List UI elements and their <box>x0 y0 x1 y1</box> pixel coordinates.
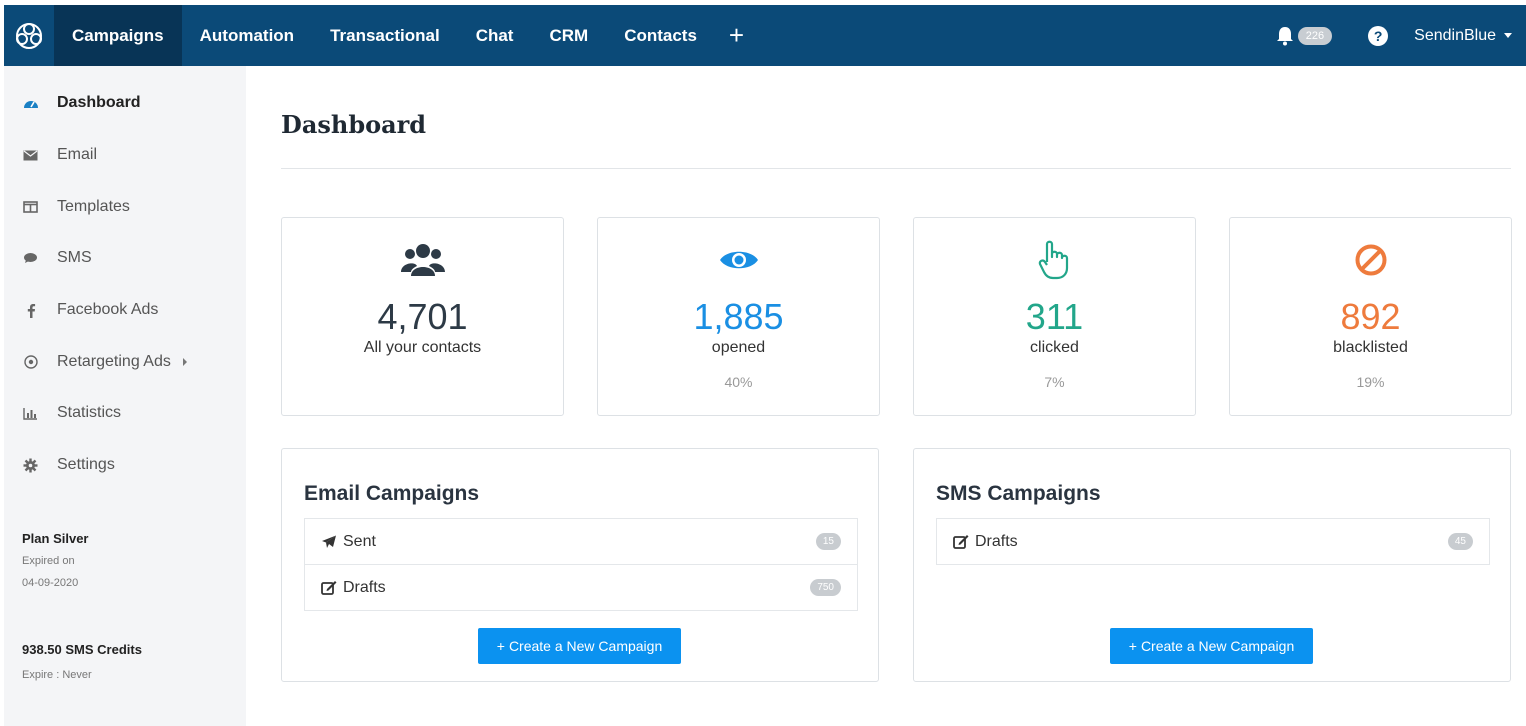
stat-card-clicked: 311 clicked 7% <box>913 217 1196 416</box>
account-name: SendinBlue <box>1414 26 1496 44</box>
envelope-icon <box>22 150 39 161</box>
plus-icon: + <box>496 638 505 654</box>
sms-campaigns-title: SMS Campaigns <box>936 482 1101 505</box>
nav-automation[interactable]: Automation <box>182 5 312 66</box>
sms-credits: 938.50 SMS Credits <box>22 642 142 657</box>
stat-percentage: 19% <box>1356 374 1385 390</box>
notifications-button[interactable]: 226 <box>1276 26 1333 46</box>
sidebar-item-dashboard[interactable]: Dashboard <box>22 94 141 112</box>
stat-value: 1,885 <box>693 296 784 337</box>
chevron-down-icon <box>1504 33 1512 38</box>
stat-value: 4,701 <box>377 296 468 337</box>
stat-card-contacts: 4,701 All your contacts <box>281 217 564 416</box>
nav-campaigns[interactable]: Campaigns <box>54 5 182 66</box>
create-button-label: Create a New Campaign <box>1140 638 1295 654</box>
create-button-label: Create a New Campaign <box>508 638 663 654</box>
page-title: Dashboard <box>281 110 427 139</box>
dashboard-icon <box>22 96 39 110</box>
stat-value: 892 <box>1340 296 1401 337</box>
comment-icon <box>22 252 39 264</box>
edit-icon <box>953 534 969 549</box>
nav-transactional[interactable]: Transactional <box>312 5 458 66</box>
edit-icon <box>321 580 337 595</box>
campaign-row-drafts[interactable]: Drafts 750 <box>304 565 858 611</box>
sidebar: Dashboard Email Templates SMS Facebook A… <box>4 66 246 726</box>
chevron-right-icon <box>182 358 187 366</box>
eye-icon <box>598 240 879 280</box>
stat-percentage: 7% <box>1044 374 1065 390</box>
sms-credits-expire: Expire : Never <box>22 669 92 681</box>
campaign-count-badge: 15 <box>815 533 841 550</box>
sidebar-item-email[interactable]: Email <box>22 146 97 164</box>
plus-icon: + <box>1128 638 1137 654</box>
create-sms-campaign-button[interactable]: + Create a New Campaign <box>1110 628 1313 664</box>
sidebar-item-settings[interactable]: Settings <box>22 456 115 474</box>
sendinblue-logo-icon[interactable] <box>4 5 54 66</box>
nav-chat[interactable]: Chat <box>458 5 532 66</box>
plan-info: Plan Silver Expired on 04-09-2020 <box>22 531 88 589</box>
facebook-icon <box>22 303 39 318</box>
campaign-row-label: Drafts <box>975 532 1018 550</box>
nav-contacts[interactable]: Contacts <box>606 5 715 66</box>
pointer-hand-icon <box>914 240 1195 280</box>
sidebar-item-label: SMS <box>57 249 92 266</box>
sidebar-item-templates[interactable]: Templates <box>22 198 130 216</box>
title-divider <box>281 168 1511 169</box>
campaign-row-label: Drafts <box>343 578 386 596</box>
email-campaigns-card: Email Campaigns Sent 15 Drafts 750 + Cre… <box>281 448 879 682</box>
create-email-campaign-button[interactable]: + Create a New Campaign <box>478 628 681 664</box>
sidebar-item-label: Settings <box>57 456 115 473</box>
nav-right-group: 226 ? SendinBlue <box>1276 5 1526 66</box>
paper-plane-icon <box>321 535 337 549</box>
columns-icon <box>22 201 39 213</box>
stat-card-opened: 1,885 opened 40% <box>597 217 880 416</box>
sms-campaigns-card: SMS Campaigns Drafts 45 + Create a New C… <box>913 448 1511 682</box>
sidebar-item-sms[interactable]: SMS <box>22 249 92 267</box>
campaign-count-badge: 750 <box>810 579 841 596</box>
notification-count-badge: 226 <box>1297 26 1333 45</box>
sidebar-item-facebook-ads[interactable]: Facebook Ads <box>22 301 158 319</box>
sidebar-item-label: Dashboard <box>57 94 141 111</box>
stat-percentage: 40% <box>724 374 753 390</box>
nav-crm[interactable]: CRM <box>531 5 606 66</box>
stat-card-blacklisted: 892 blacklisted 19% <box>1229 217 1512 416</box>
bar-chart-icon <box>22 407 39 420</box>
sidebar-item-label: Statistics <box>57 404 122 421</box>
email-campaigns-title: Email Campaigns <box>304 482 480 505</box>
stat-label: All your contacts <box>363 339 482 356</box>
stat-label: blacklisted <box>1333 339 1408 356</box>
account-menu[interactable]: SendinBlue <box>1414 27 1512 45</box>
plan-expired-date: 04-09-2020 <box>22 577 79 589</box>
bell-icon <box>1276 26 1293 45</box>
sms-campaigns-list: Drafts 45 <box>936 518 1490 565</box>
ban-icon <box>1230 240 1511 280</box>
sidebar-item-label: Email <box>57 146 98 163</box>
users-icon <box>282 240 563 280</box>
gear-icon <box>22 458 39 473</box>
campaign-row-drafts[interactable]: Drafts 45 <box>936 519 1490 565</box>
top-navbar: Campaigns Automation Transactional Chat … <box>4 5 1526 66</box>
plan-title: Plan Silver <box>22 531 89 546</box>
sidebar-item-label: Templates <box>57 198 130 215</box>
campaign-count-badge: 45 <box>1447 533 1473 550</box>
campaign-row-sent[interactable]: Sent 15 <box>304 519 858 565</box>
target-icon <box>22 355 39 369</box>
nav-add-button[interactable]: + <box>715 5 758 66</box>
help-icon[interactable]: ? <box>1368 25 1389 46</box>
stat-value: 311 <box>1025 296 1084 337</box>
sms-credits-info: 938.50 SMS Credits Expire : Never <box>22 642 142 681</box>
sidebar-item-label: Facebook Ads <box>57 301 159 318</box>
plan-expired-label: Expired on <box>22 555 75 567</box>
sidebar-item-retargeting-ads[interactable]: Retargeting Ads <box>22 353 187 371</box>
sidebar-item-statistics[interactable]: Statistics <box>22 404 121 422</box>
stat-label: clicked <box>1030 339 1079 356</box>
email-campaigns-list: Sent 15 Drafts 750 <box>304 518 858 611</box>
campaign-row-label: Sent <box>343 532 376 550</box>
sidebar-item-label: Retargeting Ads <box>57 353 171 370</box>
stat-label: opened <box>711 339 766 356</box>
